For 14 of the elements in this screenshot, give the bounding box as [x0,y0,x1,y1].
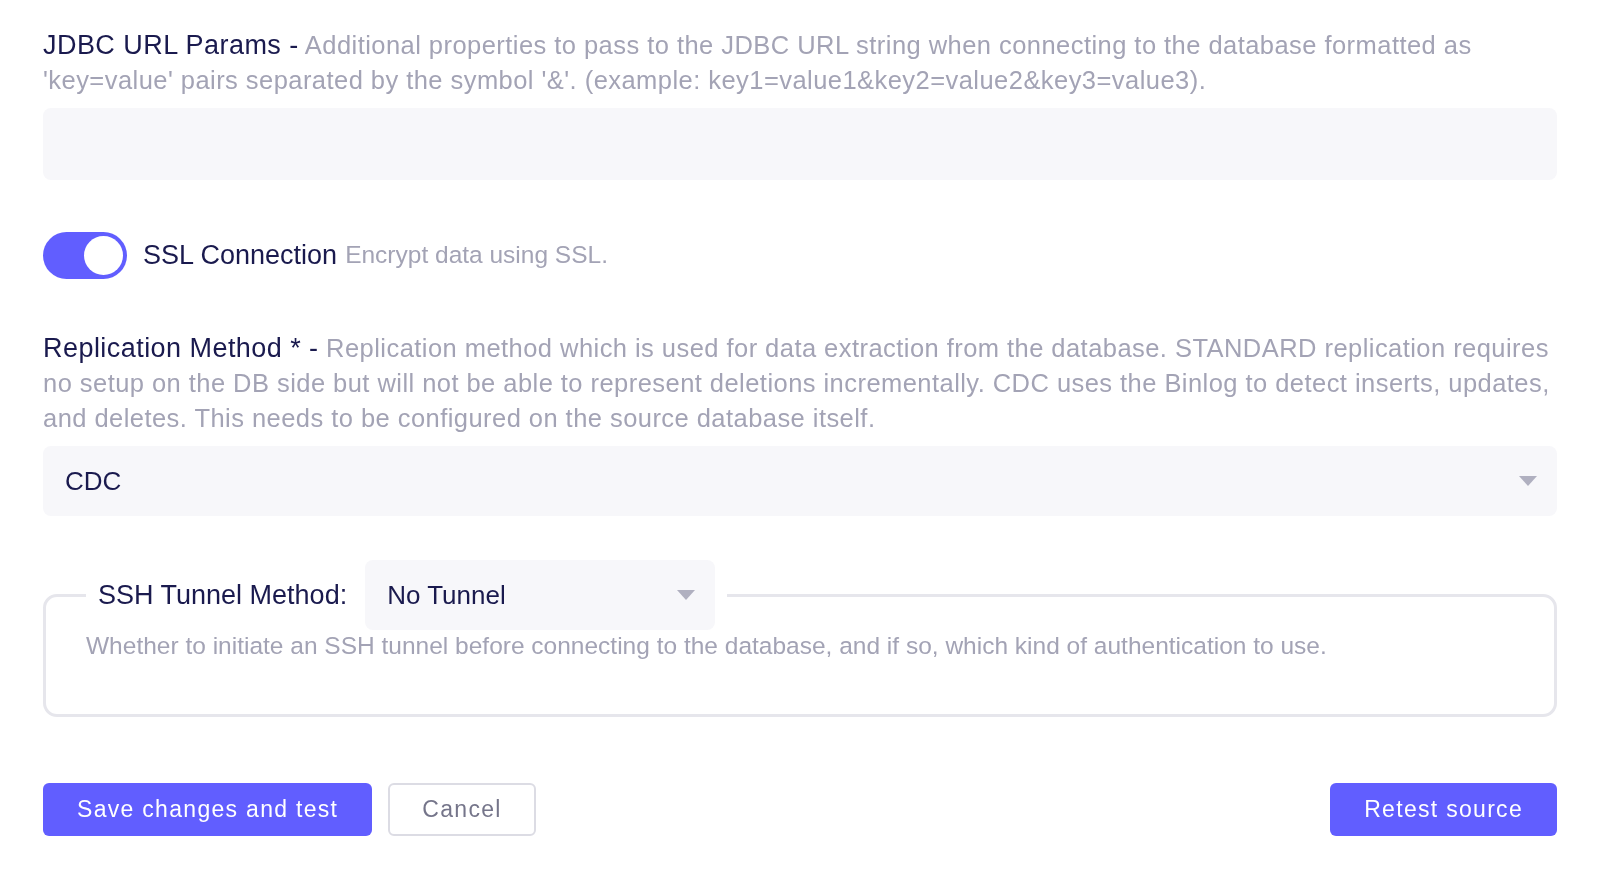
button[interactable]: Cancel [388,783,536,836]
dropdown[interactable]: CDC [43,446,1557,516]
toggle-switch[interactable] [43,232,127,279]
dropdown[interactable]: No Tunnel [365,560,716,630]
toggle-label: SSL Connection [143,239,338,273]
field-label-and-description: Replication Method * - Replication method which is used for data extraction from the database. STANDARD replication requires no setup on the DB side but will not be able to represent deletions incrementally. CDC uses the Binlog to detect inserts, updates, and deletes. This needs to be configured on the source database itself. [43,332,1551,434]
field-description: Encrypt data using SSL. [345,240,608,271]
field-label-and-description: JDBC URL Params - Additional properties to pass to the JDBC URL string when connecting to the database formatted as 'key=value' pairs separated by the symbol '&'. (example: key1=value1&key2=value2&key3=value3). [43,29,1473,96]
button[interactable]: Retest source [1330,783,1557,836]
caret-icon [1519,476,1537,486]
caret-icon [677,590,696,600]
field-description: Whether to initiate an SSH tunnel before connecting to the database, and if so, which kind of authentication to use. [86,631,1328,661]
field-label: SSH Tunnel Method: [98,578,348,612]
button[interactable]: Save changes and test [43,783,373,836]
